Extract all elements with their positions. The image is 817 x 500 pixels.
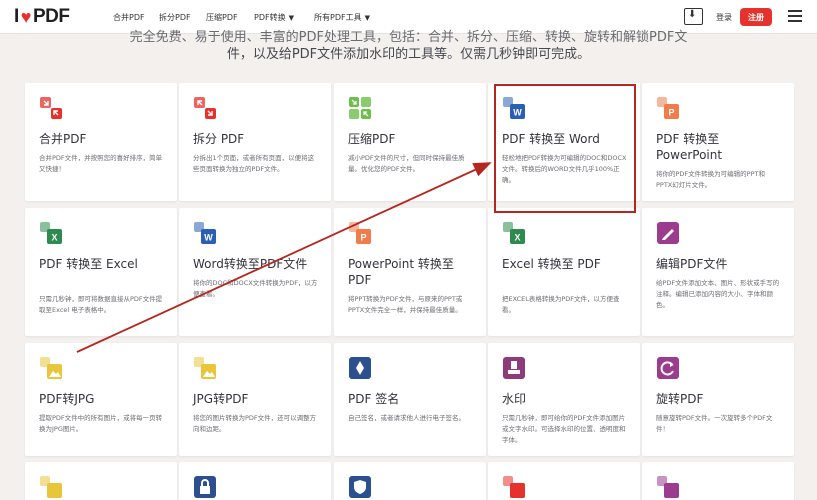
annotation-arrow [76,162,492,353]
